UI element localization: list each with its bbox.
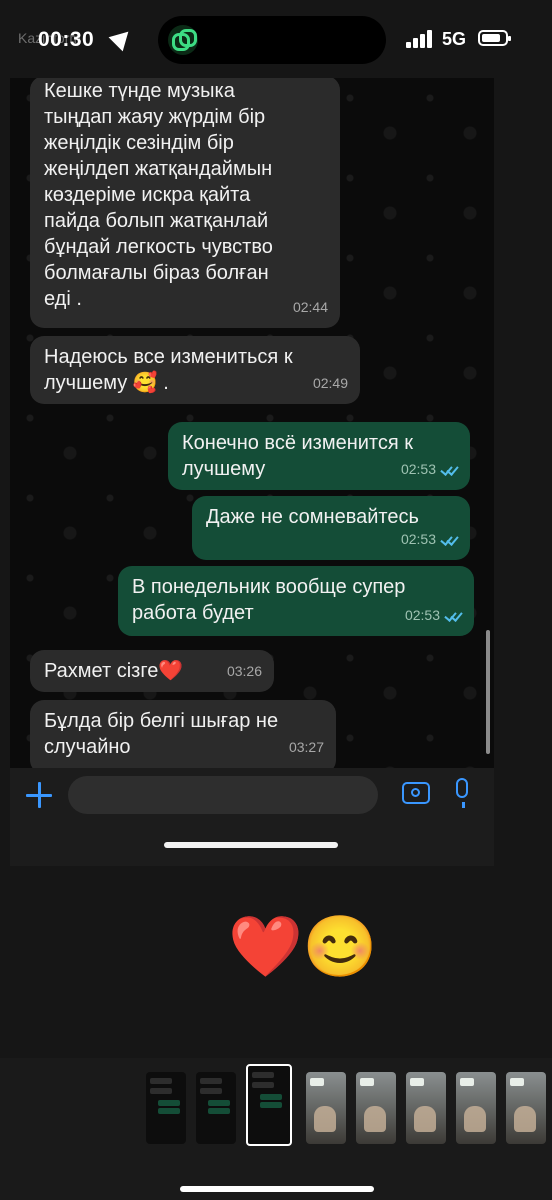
message-text: Надеюсь все измениться к лучшему 🥰 . [44,346,293,394]
message-composer [10,768,494,866]
thumbnail-7[interactable] [456,1072,496,1144]
location-arrow-icon [108,24,136,52]
chat-area[interactable]: Кешке түнде музыка тыңдап жаяу жүрдім бі… [10,78,494,774]
message-time: 02:53 [400,531,436,547]
network-type: 5G [442,29,467,49]
home-indicator-bottom [180,1186,374,1192]
app-activity-icon [168,25,198,55]
read-ticks-icon [444,610,462,620]
message-incoming[interactable]: Надеюсь все измениться к лучшему 🥰 . 02:… [30,336,360,404]
message-incoming[interactable]: Бұлда бір белгі шығар не случайно 03:27 [30,700,336,774]
thumbnail-current[interactable] [246,1064,292,1146]
home-indicator [164,842,338,848]
message-incoming[interactable]: Кешке түнде музыка тыңдап жаяу жүрдім бі… [30,78,340,328]
message-time: 03:26 [226,663,262,679]
message-outgoing[interactable]: Даже не сомневайтесь 02:53 [192,496,470,560]
message-time: 02:53 [404,607,440,623]
read-ticks-icon [440,464,458,474]
thumbnail-strip [0,1058,552,1200]
status-bar: Kazinform 00:30 5G [0,0,552,80]
message-time: 03:27 [288,739,324,755]
clock: 00:30 [38,28,95,51]
message-outgoing[interactable]: Конечно всё изменится к лучшему 02:53 [168,422,470,490]
message-text: Кешке түнде музыка тыңдап жаяу жүрдім бі… [44,80,273,310]
message-time: 02:49 [312,375,348,391]
message-outgoing[interactable]: В понедельник вообще супер работа будет … [118,566,474,636]
message-incoming[interactable]: Рахмет сізге❤️ 03:26 [30,650,274,692]
reaction-emojis: ❤️😊 [228,913,378,980]
thumbnail-4[interactable] [306,1072,346,1144]
mic-icon[interactable] [456,778,468,808]
message-time: 02:53 [400,461,436,477]
message-text: Бұлда бір белгі шығар не случайно [44,710,279,758]
battery-icon [478,30,511,46]
thumbnail-5[interactable] [356,1072,396,1144]
signal-icon [406,30,434,48]
plus-icon[interactable] [26,782,52,808]
message-input[interactable] [68,776,378,814]
thumbnail-8[interactable] [506,1072,546,1144]
chat-screenshot: Кешке түнде музыка тыңдап жаяу жүрдім бі… [10,78,494,866]
thumbnail-1[interactable] [146,1072,186,1144]
dynamic-island[interactable] [158,16,386,64]
scrollbar[interactable] [486,630,490,754]
read-ticks-icon [440,534,458,544]
message-time: 02:44 [292,299,328,315]
thumbnail-6[interactable] [406,1072,446,1144]
camera-icon[interactable] [402,782,430,804]
thumbnail-2[interactable] [196,1072,236,1144]
